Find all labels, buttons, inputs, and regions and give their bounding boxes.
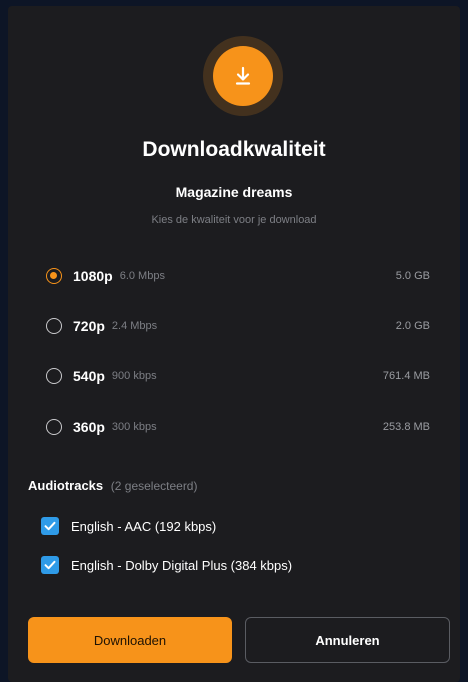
quality-label: 720p	[73, 318, 105, 334]
audio-tracks-heading: Audiotracks (2 geselecteerd)	[28, 478, 197, 493]
dialog-title: Downloadkwaliteit	[142, 138, 326, 161]
audio-track-label: English - Dolby Digital Plus (384 kbps)	[71, 557, 293, 573]
checkbox-checked-icon[interactable]	[41, 517, 59, 535]
quality-file-size: 2.0 GB	[395, 320, 430, 332]
quality-bitrate: 300 kbps	[111, 421, 157, 433]
cancel-button[interactable]: Annuleren	[245, 617, 450, 663]
download-quality-dialog: Downloadkwaliteit Magazine dreams Kies d…	[8, 6, 460, 682]
quality-file-size: 761.4 MB	[382, 370, 430, 382]
download-button[interactable]: Downloaden	[28, 617, 232, 663]
audio-tracks-title: Audiotracks	[28, 478, 104, 493]
quality-label: 1080p	[73, 268, 113, 284]
radio-unselected-icon[interactable]	[46, 318, 62, 334]
video-title: Magazine dreams	[175, 184, 293, 200]
quality-file-size: 253.8 MB	[382, 421, 430, 433]
quality-option-720p[interactable]: 720p 2.4 Mbps 2.0 GB	[46, 314, 430, 338]
quality-bitrate: 2.4 Mbps	[111, 320, 158, 332]
quality-option-360p[interactable]: 360p 300 kbps 253.8 MB	[46, 415, 430, 439]
download-icon	[213, 46, 273, 106]
audio-track-label: English - AAC (192 kbps)	[71, 518, 217, 534]
radio-selected-icon[interactable]	[46, 268, 62, 284]
audio-tracks-count: (2 geselecteerd)	[110, 479, 198, 493]
radio-unselected-icon[interactable]	[46, 368, 62, 384]
quality-file-size: 5.0 GB	[395, 270, 430, 282]
quality-bitrate: 900 kbps	[111, 370, 157, 382]
quality-option-1080p[interactable]: 1080p 6.0 Mbps 5.0 GB	[46, 264, 430, 288]
audio-track-option[interactable]: English - Dolby Digital Plus (384 kbps)	[41, 555, 292, 575]
quality-label: 540p	[73, 368, 105, 384]
checkbox-checked-icon[interactable]	[41, 556, 59, 574]
quality-option-540p[interactable]: 540p 900 kbps 761.4 MB	[46, 364, 430, 388]
dialog-hint: Kies de kwaliteit voor je download	[151, 214, 317, 226]
quality-bitrate: 6.0 Mbps	[119, 270, 165, 282]
audio-track-option[interactable]: English - AAC (192 kbps)	[41, 516, 216, 536]
radio-unselected-icon[interactable]	[46, 419, 62, 435]
quality-label: 360p	[73, 419, 105, 435]
